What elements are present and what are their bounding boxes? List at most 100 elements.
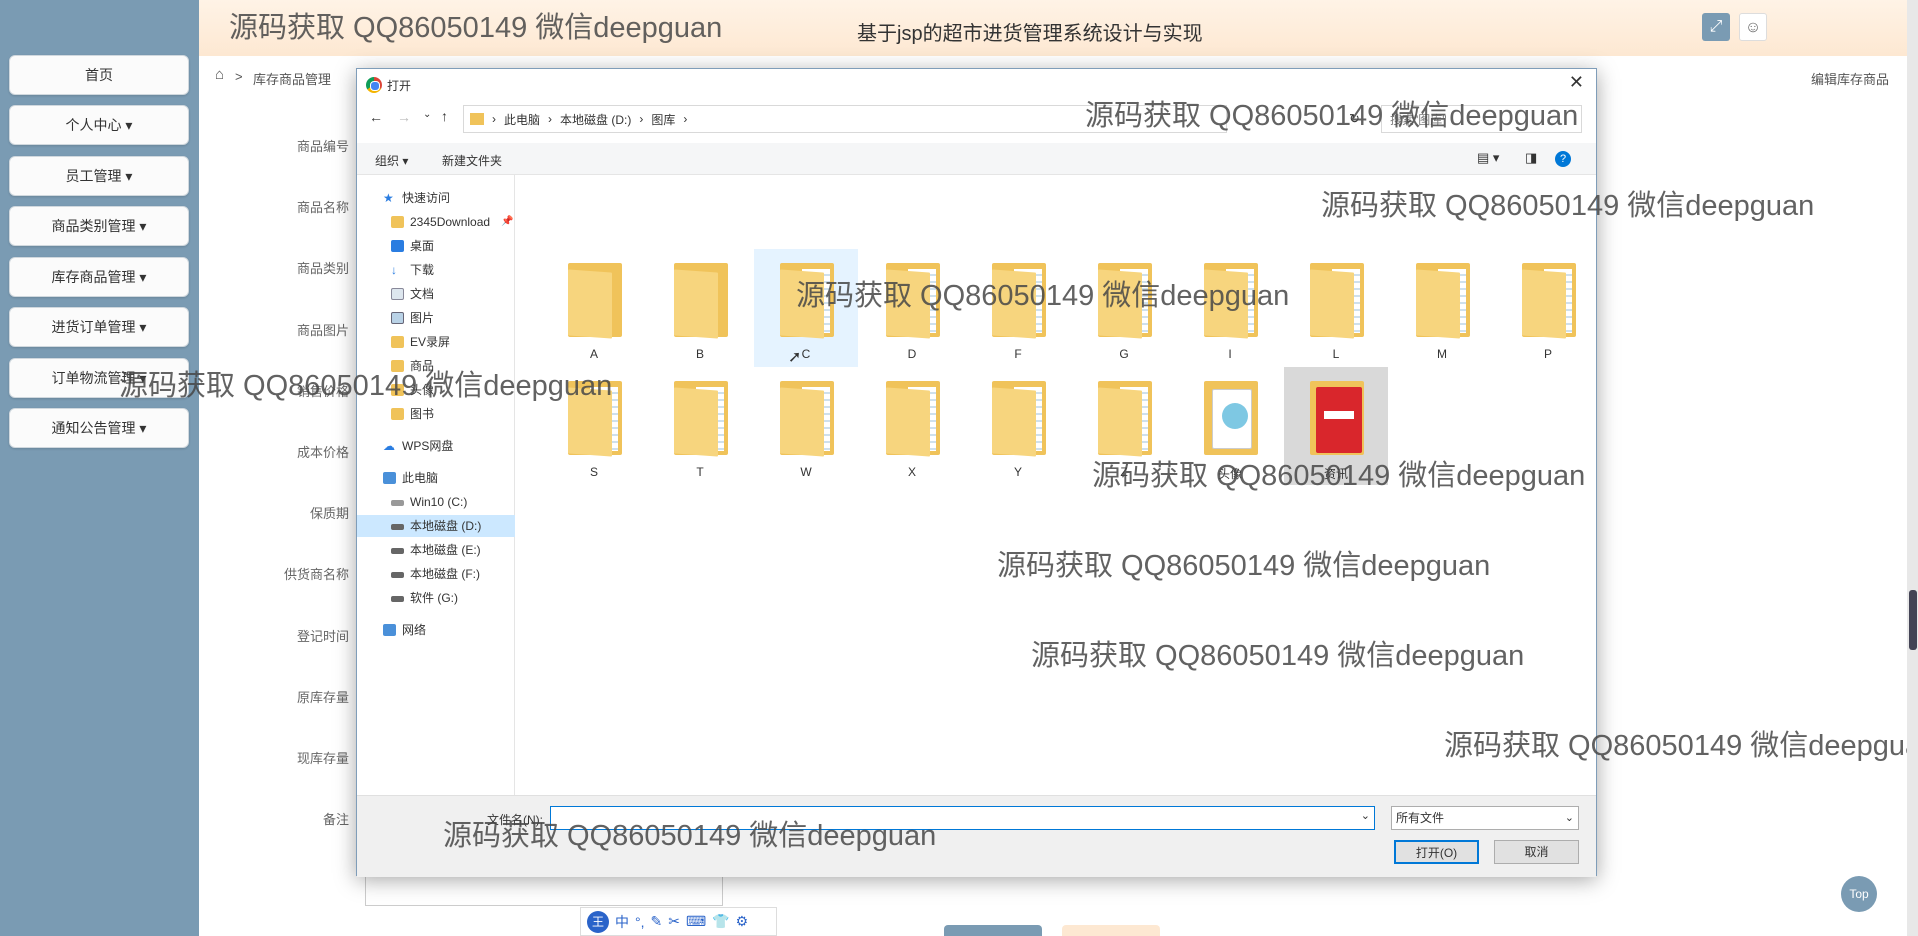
form-label: 现库存量 xyxy=(296,751,349,766)
avatar-folder-icon xyxy=(1204,381,1258,455)
address-bar[interactable]: › 此电脑 › 本地磁盘 (D:) › 图库 › xyxy=(463,105,1227,133)
download-icon: ↓ xyxy=(391,263,397,277)
nav-drive[interactable]: Win10 (C:) xyxy=(357,491,515,513)
file-type-select[interactable]: 所有文件 ⌄ xyxy=(1391,806,1579,830)
nav-folder[interactable]: 商品 xyxy=(357,355,515,377)
folder-item[interactable]: F xyxy=(966,249,1070,367)
cancel-form-button[interactable] xyxy=(1062,925,1160,936)
cancel-button[interactable]: 取消 xyxy=(1494,840,1579,864)
nav-stock[interactable]: 库存商品管理 ▾ xyxy=(9,257,189,297)
nav-folder[interactable]: 文档 xyxy=(357,283,515,305)
folder-item[interactable]: M xyxy=(1390,249,1494,367)
nav-this-pc[interactable]: 此电脑 xyxy=(357,467,515,489)
folder-item[interactable]: A xyxy=(542,249,646,367)
folder-item[interactable]: I xyxy=(1178,249,1282,367)
nav-category[interactable]: 商品类别管理 ▾ xyxy=(9,206,189,246)
dialog-titlebar: 打开 ✕ xyxy=(357,69,1596,99)
nav-folder[interactable]: EV录屏 xyxy=(357,331,515,353)
ime-keyboard-icon[interactable]: ⌨ xyxy=(686,913,706,930)
form-label: 商品名称 xyxy=(296,200,349,215)
ime-logo-icon[interactable]: 王 xyxy=(587,910,609,933)
document-icon xyxy=(391,288,404,300)
recent-chevron-icon[interactable]: ⌄ xyxy=(423,109,431,120)
nav-drive[interactable]: 本地磁盘 (F:) xyxy=(357,563,515,585)
nav-purchase-order[interactable]: 进货订单管理 ▾ xyxy=(9,307,189,347)
address-segment[interactable]: 此电脑 xyxy=(504,111,540,128)
scroll-thumb[interactable] xyxy=(1909,590,1917,650)
ime-handwrite-icon[interactable]: ✎ xyxy=(651,913,663,930)
drive-icon xyxy=(391,524,404,530)
breadcrumb-separator: › xyxy=(548,112,553,126)
nav-drive[interactable]: 软件 (G:) xyxy=(357,587,515,609)
folder-item[interactable]: P xyxy=(1496,249,1600,367)
nav-folder[interactable]: 桌面 xyxy=(357,235,515,257)
help-icon[interactable]: ? xyxy=(1555,151,1571,167)
drive-icon xyxy=(391,500,404,506)
nav-folder[interactable]: 2345Download 📌 xyxy=(357,211,515,233)
folder-item[interactable]: L xyxy=(1284,249,1388,367)
breadcrumb-section[interactable]: 库存商品管理 xyxy=(253,69,331,88)
open-button[interactable]: 打开(O) xyxy=(1394,840,1479,864)
nav-folder[interactable]: 图片 xyxy=(357,307,515,329)
fullscreen-icon[interactable]: ⤢ xyxy=(1702,13,1730,41)
pin-icon: 📌 xyxy=(501,216,514,227)
page-scrollbar[interactable] xyxy=(1907,0,1918,936)
folder-item[interactable]: 头像 xyxy=(1178,367,1282,485)
filename-label: 文件名(N): xyxy=(487,813,543,827)
nav-drive-selected[interactable]: 本地磁盘 (D:) xyxy=(357,515,515,537)
ime-scissors-icon[interactable]: ✂ xyxy=(668,913,680,930)
folder-item[interactable]: Y xyxy=(966,367,1070,485)
folder-item[interactable]: B xyxy=(648,249,752,367)
form-label: 商品编号 xyxy=(296,139,349,154)
address-segment[interactable]: 图库 xyxy=(651,111,675,128)
nav-logistics[interactable]: 订单物流管理 ▾ xyxy=(9,358,189,398)
submit-button[interactable] xyxy=(944,925,1042,936)
drive-icon xyxy=(391,548,404,554)
nav-notice[interactable]: 通知公告管理 ▾ xyxy=(9,408,189,448)
ime-punctuation-icon[interactable]: °, xyxy=(635,914,645,930)
folder-item-selected[interactable]: 资讯 xyxy=(1284,367,1388,485)
folder-item[interactable]: W xyxy=(754,367,858,485)
nav-home[interactable]: 首页 xyxy=(9,55,189,95)
user-icon[interactable]: ☺ xyxy=(1739,13,1767,41)
close-icon[interactable]: ✕ xyxy=(1569,72,1584,93)
folder-item-hover[interactable]: C xyxy=(754,249,858,367)
folder-item[interactable]: G xyxy=(1072,249,1176,367)
folder-item[interactable]: T xyxy=(648,367,752,485)
ime-settings-icon[interactable]: ⚙ xyxy=(736,913,749,930)
form-label: 销售价格 xyxy=(296,384,349,399)
new-folder-button[interactable]: 新建文件夹 xyxy=(442,152,502,169)
home-icon[interactable]: ⌂ xyxy=(215,66,224,83)
view-mode-icon[interactable]: ▤ ▾ xyxy=(1477,150,1499,166)
nav-personal-center[interactable]: 个人中心 ▾ xyxy=(9,105,189,145)
nav-folder[interactable]: ↓ 下载 xyxy=(357,259,515,281)
address-segment[interactable]: 本地磁盘 (D:) xyxy=(560,111,631,128)
folder-item[interactable]: D xyxy=(860,249,964,367)
back-arrow-icon[interactable]: ← xyxy=(369,109,383,125)
search-input[interactable]: 搜索"图库" xyxy=(1381,105,1582,133)
folder-item[interactable]: Z xyxy=(1072,367,1176,485)
ime-skin-icon[interactable]: 👕 xyxy=(712,913,729,930)
nav-wps[interactable]: ☁ WPS网盘 xyxy=(357,435,515,457)
preview-pane-icon[interactable]: ◨ xyxy=(1525,150,1537,166)
folder-item[interactable]: S xyxy=(542,367,646,485)
forward-arrow-icon[interactable]: → xyxy=(397,109,411,125)
ime-chinese-icon[interactable]: 中 xyxy=(615,912,629,932)
back-to-top-button[interactable]: Top xyxy=(1841,876,1877,912)
dialog-footer: 文件名(N): ⌄ 所有文件 ⌄ 打开(O) 取消 xyxy=(357,795,1596,877)
nav-network[interactable]: 网络 xyxy=(357,619,515,641)
folder-icon xyxy=(1522,263,1576,339)
filename-input[interactable]: ⌄ xyxy=(550,806,1375,830)
nav-employee[interactable]: 员工管理 ▾ xyxy=(9,156,189,196)
nav-folder[interactable]: 图书 xyxy=(357,403,515,425)
organize-button[interactable]: 组织 ▾ xyxy=(375,152,408,169)
refresh-icon[interactable]: ↻ xyxy=(1349,111,1360,127)
folder-item[interactable]: X xyxy=(860,367,964,485)
nav-quick-access[interactable]: ★ 快速访问 xyxy=(357,187,515,209)
nav-drive[interactable]: 本地磁盘 (E:) xyxy=(357,539,515,561)
folder-icon xyxy=(391,360,404,372)
chevron-down-icon[interactable]: ⌄ xyxy=(1361,809,1370,822)
up-arrow-icon[interactable]: ↑ xyxy=(441,108,448,124)
nav-folder[interactable]: 头像 xyxy=(357,379,515,401)
sidebar: 首页 个人中心 ▾ 员工管理 ▾ 商品类别管理 ▾ 库存商品管理 ▾ 进货订单管… xyxy=(0,0,199,936)
